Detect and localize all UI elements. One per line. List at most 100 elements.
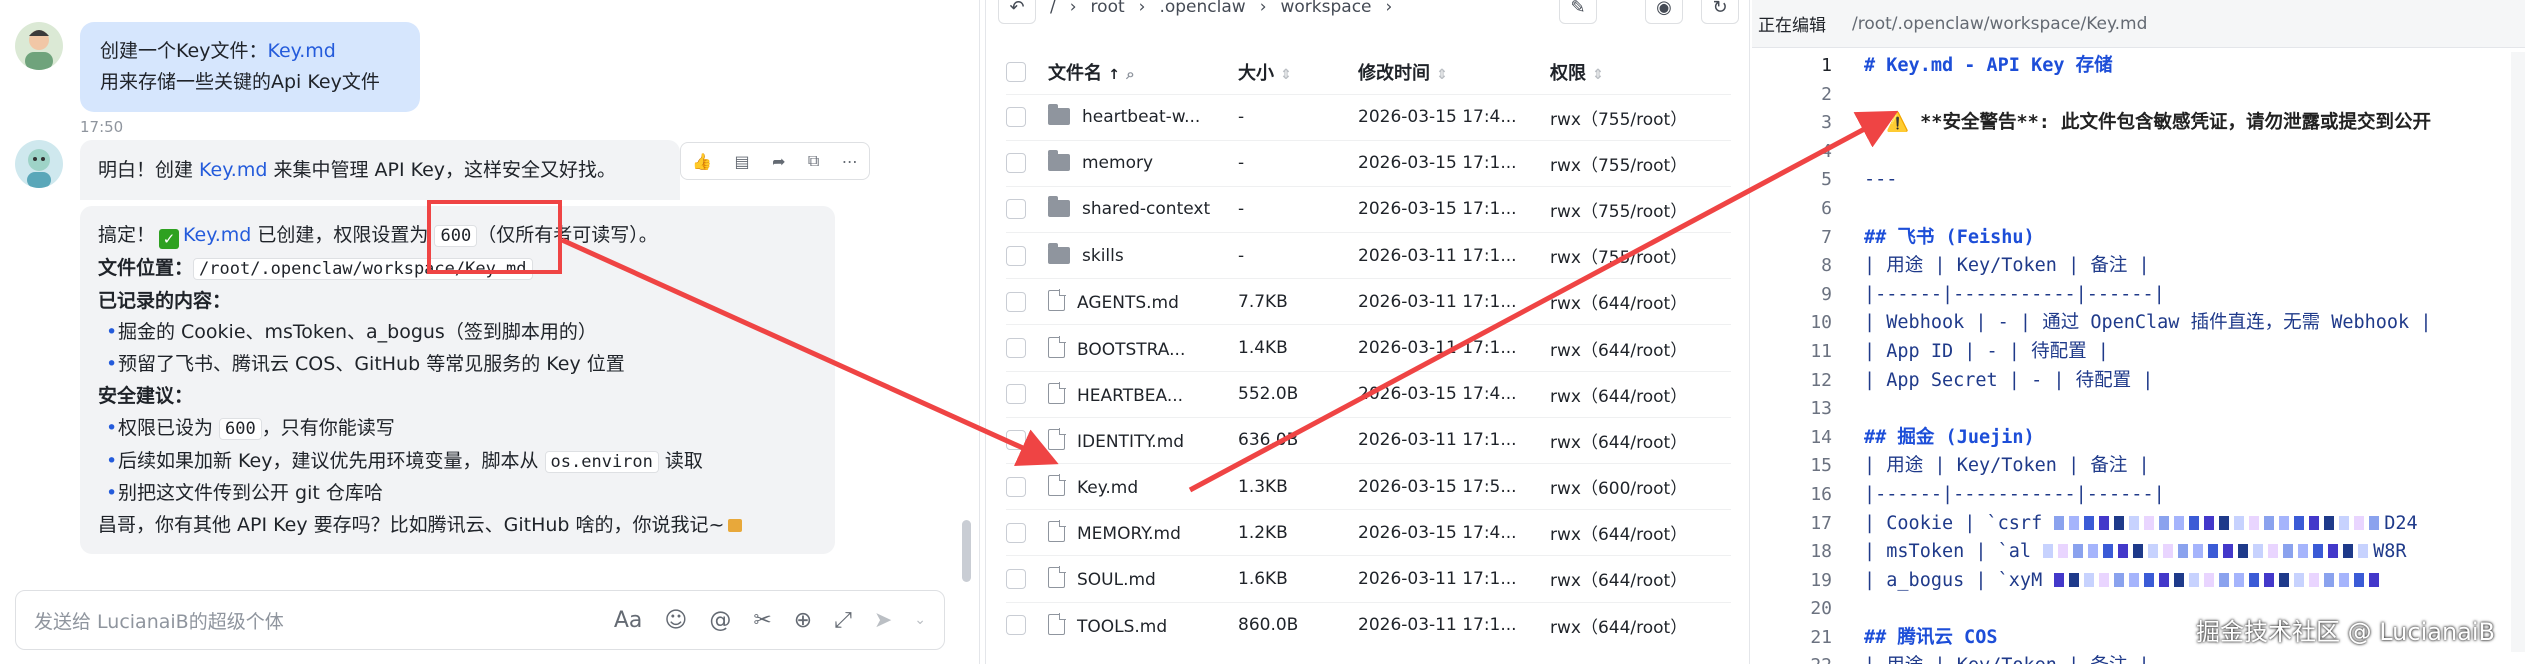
breadcrumb-openclaw[interactable]: .openclaw	[1159, 0, 1245, 17]
line-number: 14	[1810, 426, 1832, 448]
file-name[interactable]: Key.md	[1077, 478, 1138, 498]
table-row[interactable]: IDENTITY.md 636.0B 2026-03-11 17:1... rwx（6…	[1006, 416, 1731, 464]
table-row[interactable]: memory -2026-03-15 17:1... rwx（755/root）	[1006, 139, 1731, 187]
quote-icon[interactable]: ⧉	[808, 151, 819, 171]
column-permission[interactable]: 权限 ⇕	[1550, 50, 1731, 94]
editor-scrollbar[interactable]	[2511, 52, 2525, 652]
table-row[interactable]: BOOTSTRA... 1.4KB 2026-03-11 17:1... rwx（64…	[1006, 324, 1731, 372]
line-number: 11	[1810, 340, 1832, 362]
code-line: | msToken | `al W8R	[1864, 541, 2407, 563]
row-checkbox[interactable]	[1006, 568, 1026, 589]
table-row[interactable]: skills -2026-03-11 17:1... rwx（755/root）	[1006, 232, 1731, 279]
line-number: 21	[1810, 626, 1832, 648]
column-modified[interactable]: 修改时间 ⇕	[1358, 50, 1550, 94]
message-composer[interactable]: 发送给 LucianaiB的超级个体 Aa ☺ @ ✂ ⊕ ⤢ ➤ ⌄	[15, 590, 945, 650]
chevron-down-icon[interactable]: ⌄	[914, 612, 926, 628]
table-row[interactable]: Key.md 1.3KB 2026-03-15 17:5... rwx（600/roo…	[1006, 462, 1731, 510]
file-icon	[1048, 566, 1066, 589]
select-all-checkbox[interactable]	[1006, 62, 1026, 83]
emoji-icon[interactable]: ☺	[664, 608, 687, 633]
bot-avatar[interactable]	[15, 140, 63, 188]
row-checkbox[interactable]	[1006, 291, 1026, 312]
table-row[interactable]: shared-context -2026-03-15 17:1... rwx（755…	[1006, 185, 1731, 233]
lock-icon	[728, 519, 743, 533]
table-row[interactable]: MEMORY.md 1.2KB 2026-03-15 17:4... rwx（644/…	[1006, 509, 1731, 556]
row-checkbox[interactable]	[1006, 476, 1026, 497]
card-file-link[interactable]: Key.md	[183, 224, 251, 246]
file-name[interactable]: AGENTS.md	[1077, 293, 1179, 313]
editor-panel: 正在编辑 /root/.openclaw/workspace/Key.md 12…	[1752, 0, 2525, 664]
file-name[interactable]: skills	[1082, 246, 1124, 266]
file-name[interactable]: MEMORY.md	[1077, 524, 1181, 544]
file-name[interactable]: SOUL.md	[1077, 570, 1156, 590]
line-number: 1	[1821, 55, 1832, 76]
table-row[interactable]: HEARTBEA... 552.0B 2026-03-15 17:4... rwx（6…	[1006, 370, 1731, 418]
forward-icon[interactable]: ➦	[772, 152, 785, 171]
column-name[interactable]: 文件名 ↑ ⌕	[1048, 50, 1238, 94]
hide-icon[interactable]: ◉	[1645, 0, 1683, 24]
breadcrumb-root-slash[interactable]: /	[1050, 0, 1056, 17]
row-checkbox[interactable]	[1006, 199, 1026, 220]
row-checkbox[interactable]	[1006, 107, 1026, 128]
table-row[interactable]: AGENTS.md 7.7KB 2026-03-11 17:1... rwx（644/…	[1006, 278, 1731, 325]
file-name[interactable]: IDENTITY.md	[1077, 432, 1184, 452]
file-name[interactable]: shared-context	[1082, 199, 1210, 219]
scissors-icon[interactable]: ✂	[753, 608, 771, 633]
file-name[interactable]: memory	[1082, 153, 1153, 173]
file-icon	[1048, 520, 1066, 543]
breadcrumb-workspace[interactable]: workspace	[1281, 0, 1372, 17]
file-permission: rwx（644/root）	[1550, 601, 1731, 649]
chat-scrollbar[interactable]	[962, 520, 971, 582]
add-icon[interactable]: ⊕	[794, 608, 812, 633]
back-icon[interactable]: ↶	[998, 0, 1036, 24]
row-checkbox[interactable]	[1006, 430, 1026, 451]
code-line: | Webhook | - | 通过 OpenClaw 插件直连，无需 Webh…	[1864, 312, 2432, 334]
font-format-button[interactable]: Aa	[614, 608, 643, 633]
column-size[interactable]: 大小 ⇕	[1238, 50, 1358, 94]
file-icon	[1048, 381, 1066, 404]
folder-icon	[1048, 196, 1070, 218]
thumbs-up-icon[interactable]: 👍	[692, 152, 712, 171]
file-modified: 2026-03-11 17:1...	[1358, 324, 1550, 372]
row-checkbox[interactable]	[1006, 615, 1026, 636]
row-checkbox[interactable]	[1006, 338, 1026, 359]
mention-icon[interactable]: @	[709, 608, 731, 633]
file-name[interactable]: TOOLS.md	[1077, 617, 1167, 637]
code-area[interactable]: # Key.md - API Key 存储 ⚠️ **安全警告**: 此文件包含敏…	[1864, 52, 2525, 664]
table-row[interactable]: heartbeat-w... -2026-03-15 17:4... rwx（755…	[1006, 93, 1731, 141]
line-number: 17	[1810, 512, 1832, 534]
refresh-icon[interactable]: ↻	[1701, 0, 1739, 24]
edit-icon[interactable]: ✎	[1559, 0, 1597, 24]
file-icon	[1048, 335, 1066, 358]
search-icon[interactable]: ⌕	[1126, 65, 1134, 83]
more-icon[interactable]: ⋯	[842, 152, 858, 171]
row-checkbox[interactable]	[1006, 153, 1026, 174]
user-message-bubble: 创建一个Key文件：Key.md 用来存储一些关键的Api Key文件	[80, 22, 420, 112]
file-modified: 2026-03-11 17:1...	[1358, 232, 1550, 279]
file-manager-panel: ↶ / › root › .openclaw › workspace › ✎ ◉ ↻ 文…	[985, 0, 1750, 664]
file-name[interactable]: heartbeat-w...	[1082, 107, 1200, 127]
watermark: 掘金技术社区 @ LucianaiB	[2195, 618, 2495, 646]
user-msg-file-link[interactable]: Key.md	[267, 40, 335, 62]
expand-icon[interactable]: ⤢	[834, 608, 852, 633]
user-avatar[interactable]	[15, 22, 63, 70]
file-permission: rwx（644/root）	[1550, 555, 1731, 603]
breadcrumb-root[interactable]: root	[1091, 0, 1125, 17]
comment-icon[interactable]: ▤	[735, 152, 750, 171]
row-checkbox[interactable]	[1006, 245, 1026, 266]
send-icon[interactable]: ➤	[874, 608, 892, 633]
folder-icon	[1048, 150, 1070, 172]
file-modified: 2026-03-11 17:1...	[1358, 416, 1550, 464]
file-name[interactable]: HEARTBEA...	[1077, 386, 1183, 406]
composer-input[interactable]: 发送给 LucianaiB的超级个体	[34, 607, 284, 634]
reply-file-link[interactable]: Key.md	[199, 159, 267, 181]
row-checkbox[interactable]	[1006, 384, 1026, 405]
table-row[interactable]: TOOLS.md 860.0B 2026-03-11 17:1... rwx（644/…	[1006, 601, 1731, 649]
row-checkbox[interactable]	[1006, 522, 1026, 543]
file-size: 1.4KB	[1238, 324, 1358, 372]
table-row[interactable]: SOUL.md 1.6KB 2026-03-11 17:1... rwx（644/ro…	[1006, 555, 1731, 603]
file-name[interactable]: BOOTSTRA...	[1077, 340, 1185, 360]
file-size: 552.0B	[1238, 370, 1358, 418]
